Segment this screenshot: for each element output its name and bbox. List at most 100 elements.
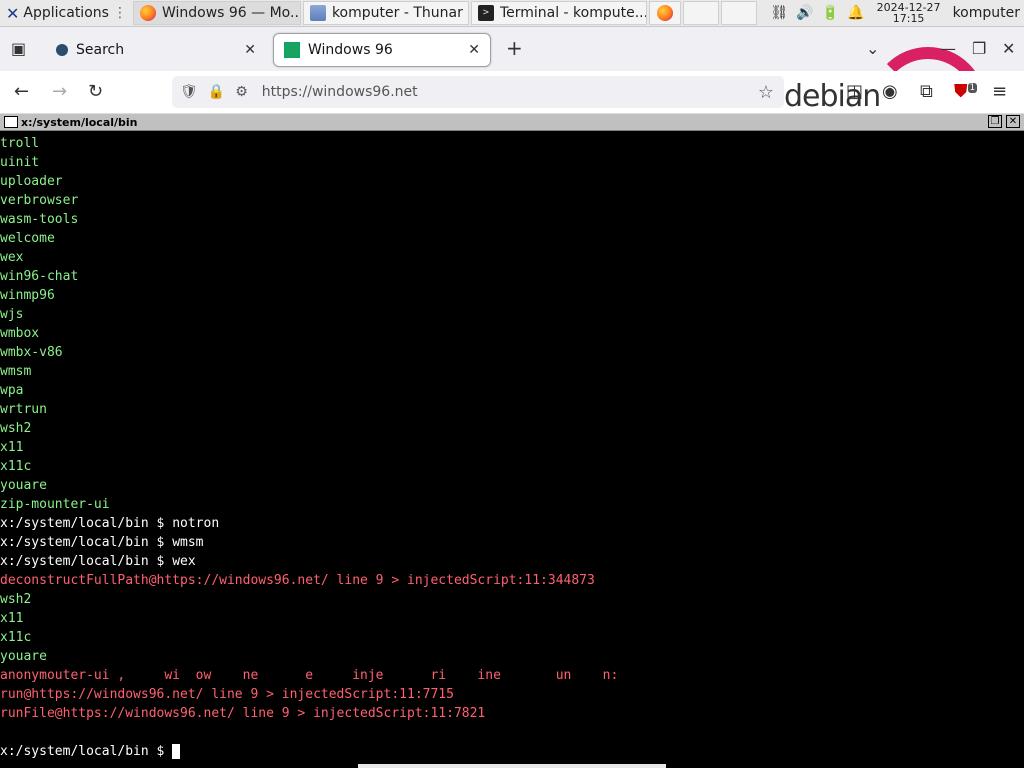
lock-icon[interactable]: 🔒 xyxy=(208,84,225,100)
windows96-tab-icon xyxy=(284,42,300,58)
window-restore-button[interactable]: ❐ xyxy=(988,115,1002,128)
volume-icon[interactable]: 🔊 xyxy=(796,5,813,21)
terminal-prompt: x:/system/local/bin $ xyxy=(0,535,173,550)
close-tab-icon[interactable]: ✕ xyxy=(468,42,480,58)
terminal-line: runFile@https://windows96.net/ line 9 > … xyxy=(0,706,486,721)
browser-tab-bar: ▣ Search ✕ Windows 96 ✕ + ⌄ — ❐ ✕ xyxy=(0,27,1024,71)
list-tabs-chevron-icon[interactable]: ⌄ xyxy=(866,39,879,58)
terminal-line: wsh2 xyxy=(0,592,32,607)
terminal-window-title: x:/system/local/bin xyxy=(21,115,138,129)
extensions-icon[interactable]: ⧉ xyxy=(920,81,933,102)
forward-icon[interactable]: → xyxy=(52,81,67,102)
terminal-line: deconstructFullPath@https://windows96.ne… xyxy=(0,573,595,588)
url-bar[interactable]: 🛡 🔒 ⚙ https://windows96.net ☆ xyxy=(172,76,784,108)
terminal-line: wmsm xyxy=(0,364,32,379)
url-text[interactable]: https://windows96.net xyxy=(262,84,418,100)
tab-windows-96[interactable]: Windows 96 ✕ xyxy=(273,33,491,67)
clock[interactable]: 2024-12-27 17:15 xyxy=(877,2,941,24)
terminal-line: welcome xyxy=(0,231,55,246)
firefox-view-icon[interactable]: ▣ xyxy=(11,39,26,58)
ublock-icon[interactable]: ⛊ 1 xyxy=(954,81,978,102)
system-tray: ⛓ 🔊 🔋 🔔 2024-12-27 17:15 komputer xyxy=(767,0,1024,26)
bookmark-star-icon[interactable]: ☆ xyxy=(758,82,774,103)
terminal-line: x11c xyxy=(0,630,32,645)
terminal-line: x11 xyxy=(0,440,24,455)
terminal-line: anonymouter-ui , wi ow ne e inje ri ine … xyxy=(0,668,619,683)
debian-wordmark: debian xyxy=(784,79,881,114)
taskbar-item-label: komputer - Thunar xyxy=(331,5,463,21)
taskbar-item-firefox[interactable]: Windows 96 — Mo... xyxy=(132,1,301,25)
terminal-window-titlebar[interactable]: x:/system/local/bin ❐ ✕ xyxy=(0,114,1024,131)
terminal-line: x:/system/local/bin $ wmsm xyxy=(0,533,204,552)
browser-nav-bar: ← → ↻ 🛡 🔒 ⚙ https://windows96.net ☆ debi… xyxy=(0,71,1024,114)
notification-bell-icon[interactable]: 🔔 xyxy=(847,5,864,21)
reload-icon[interactable]: ↻ xyxy=(88,81,103,102)
taskbar-empty-slot[interactable] xyxy=(720,1,757,25)
tab-search[interactable]: Search ✕ xyxy=(46,33,266,67)
new-tab-icon[interactable]: + xyxy=(506,36,523,60)
clock-time: 17:15 xyxy=(892,12,925,25)
terminal-command: notron xyxy=(172,516,220,531)
scroll-indicator xyxy=(358,764,666,768)
terminal-line: wmbx-v86 xyxy=(0,345,63,360)
back-icon[interactable]: ← xyxy=(14,81,29,102)
top-panel: ✕ Applications ⋮ Windows 96 — Mo... komp… xyxy=(0,0,1024,27)
terminal-line: wsh2 xyxy=(0,421,32,436)
window-close-button[interactable]: ✕ xyxy=(1006,115,1020,128)
menu-hamburger-icon[interactable]: ≡ xyxy=(992,81,1007,102)
permissions-icon[interactable]: ⚙ xyxy=(235,84,248,100)
terminal-line: x11c xyxy=(0,459,32,474)
firefox-icon xyxy=(139,5,156,21)
user-menu[interactable]: komputer xyxy=(953,5,1020,21)
terminal-line: verbrowser xyxy=(0,193,79,208)
terminal-line: troll xyxy=(0,136,40,151)
terminal-line: uinit xyxy=(0,155,40,170)
xfce-logo-icon: ✕ xyxy=(6,3,20,23)
extension-badge: 1 xyxy=(967,83,978,93)
terminal-line: wpa xyxy=(0,383,24,398)
taskbar-item-terminal[interactable]: > Terminal - kompute... xyxy=(470,1,647,25)
account-icon[interactable]: ◉ xyxy=(882,81,898,102)
search-tab-icon xyxy=(56,44,68,56)
terminal-line: wasm-tools xyxy=(0,212,79,227)
terminal-line: zip-mounter-ui xyxy=(0,497,110,512)
taskbar-item-label: Windows 96 — Mo... xyxy=(161,5,301,21)
terminal-window-icon xyxy=(4,116,18,128)
terminal-line: x11 xyxy=(0,611,24,626)
minimize-icon[interactable]: — xyxy=(940,39,956,58)
taskbar-item-label: Terminal - kompute... xyxy=(499,5,647,21)
network-icon[interactable]: ⛓ xyxy=(771,5,789,21)
tab-label: Search xyxy=(76,42,125,58)
terminal-line: youare xyxy=(0,478,47,493)
terminal-line: wrtrun xyxy=(0,402,47,417)
applications-menu[interactable]: ✕ Applications ⋮ xyxy=(0,1,133,25)
terminal-command: wmsm xyxy=(172,535,204,550)
close-window-icon[interactable]: ✕ xyxy=(1002,39,1015,58)
taskbar-item-firefox-2[interactable] xyxy=(648,1,681,25)
terminal-line: youare xyxy=(0,649,47,664)
terminal-line: wmbox xyxy=(0,326,40,341)
terminal-cursor[interactable] xyxy=(172,744,181,759)
close-tab-icon[interactable]: ✕ xyxy=(244,42,256,58)
firefox-icon xyxy=(656,5,673,21)
terminal-line: x:/system/local/bin $ notron xyxy=(0,514,219,533)
terminal-prompt: x:/system/local/bin $ xyxy=(0,516,173,531)
terminal-line: win96-chat xyxy=(0,269,79,284)
terminal-line: wex xyxy=(0,250,24,265)
battery-icon[interactable]: 🔋 xyxy=(822,5,839,21)
terminal-line: run@https://windows96.net/ line 9 > inje… xyxy=(0,687,454,702)
taskbar-item-thunar[interactable]: komputer - Thunar xyxy=(302,1,469,25)
debian-swirl-logo xyxy=(870,47,986,71)
restore-icon[interactable]: ❐ xyxy=(972,39,986,58)
terminal-line: x:/system/local/bin $ wex xyxy=(0,552,196,571)
tab-label: Windows 96 xyxy=(308,42,393,58)
terminal-output[interactable]: troll uinit uploader verbrowser wasm-tools we… xyxy=(0,131,1024,768)
terminal-icon: > xyxy=(477,5,494,21)
terminal-prompt: x:/system/local/bin $ xyxy=(0,744,173,759)
folder-icon xyxy=(309,5,326,21)
tracking-protection-icon[interactable]: 🛡 xyxy=(180,84,198,100)
pocket-icon[interactable]: ◫ xyxy=(846,81,863,102)
taskbar-empty-slot[interactable] xyxy=(682,1,719,25)
terminal-prompt: x:/system/local/bin $ xyxy=(0,554,173,569)
separator-icon: ⋮ xyxy=(112,5,127,21)
